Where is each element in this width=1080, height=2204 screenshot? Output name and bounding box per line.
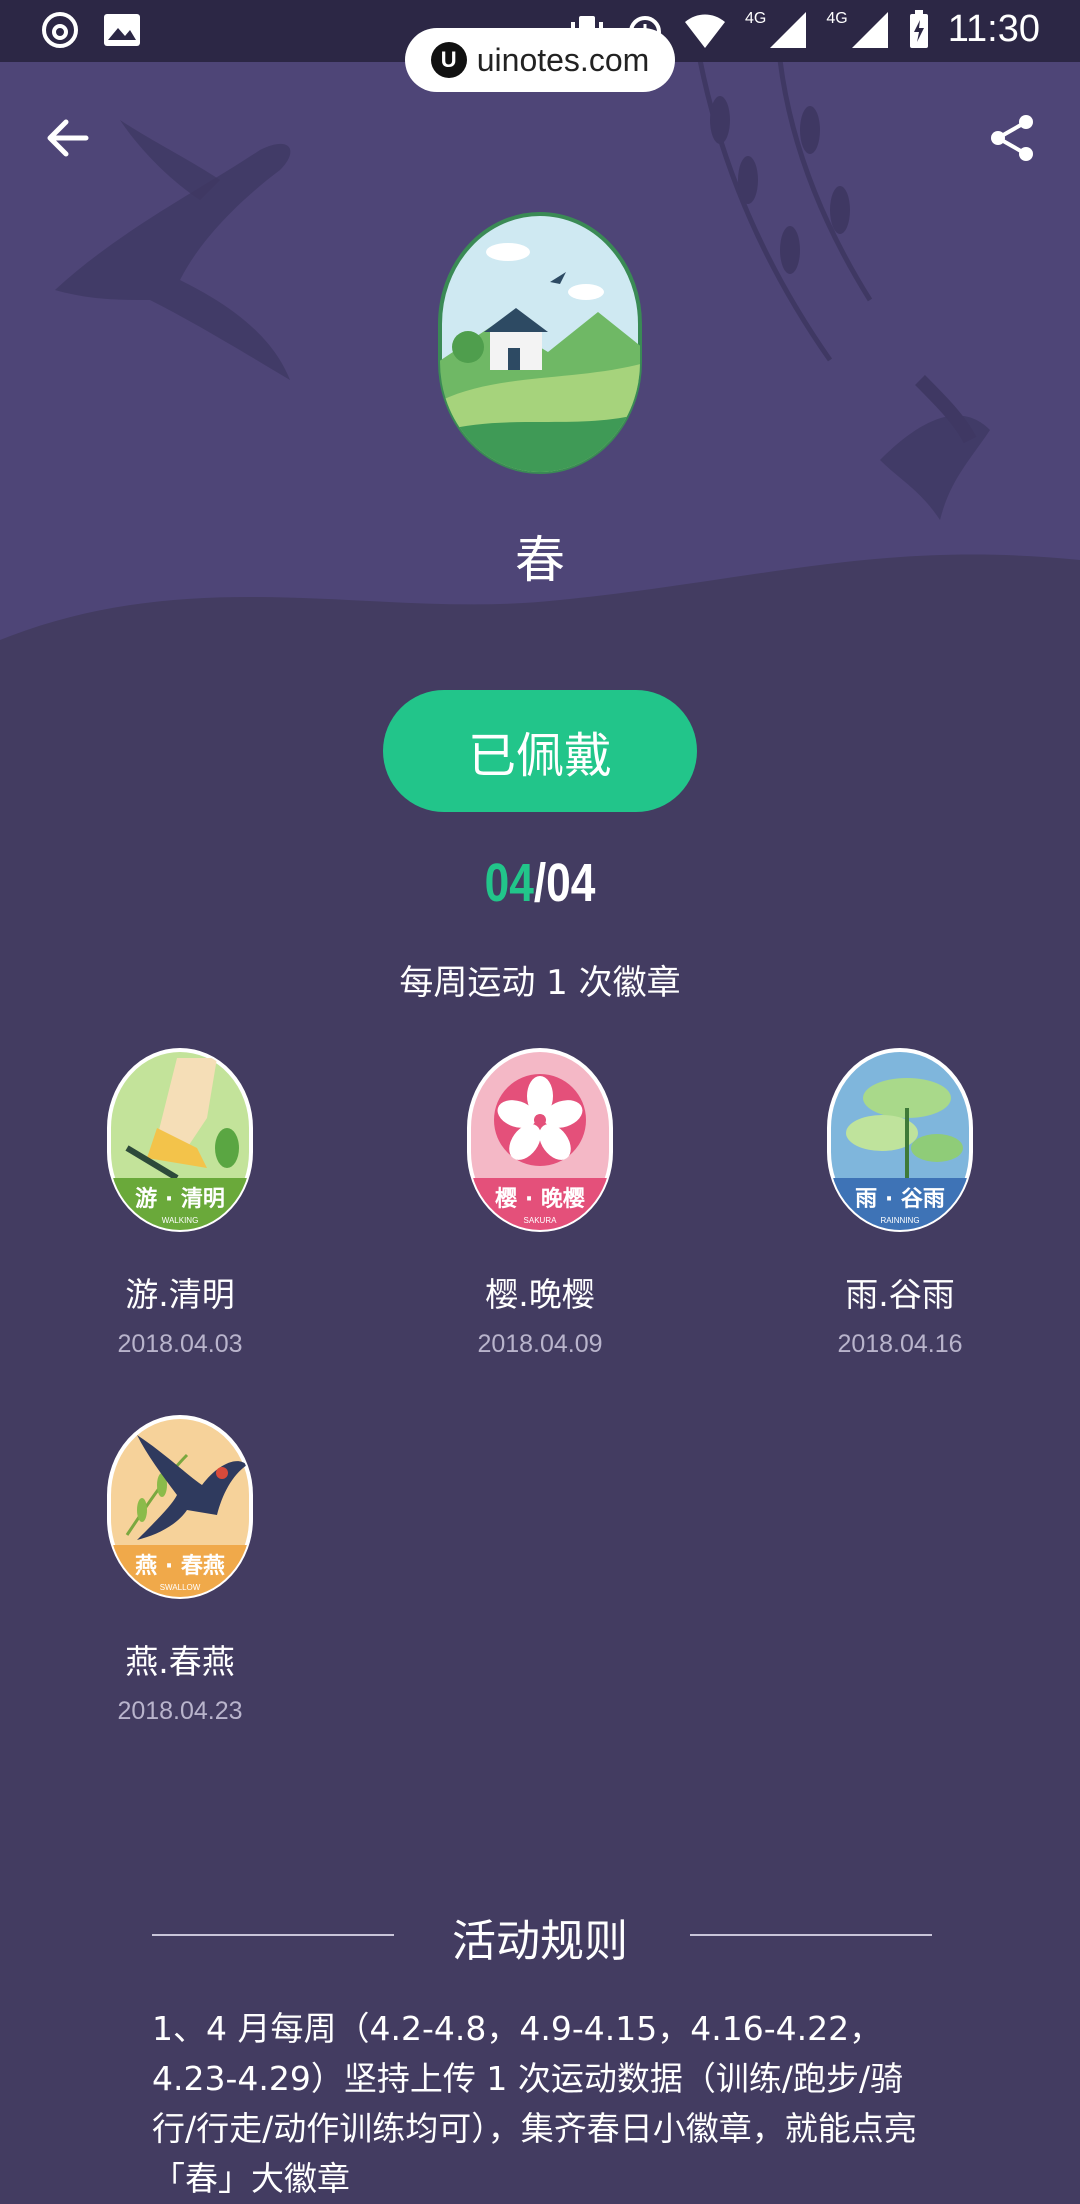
network-label: 4G bbox=[826, 9, 848, 27]
badge-date: 2018.04.23 bbox=[117, 1697, 243, 1725]
badge-date: 2018.04.16 bbox=[837, 1330, 963, 1358]
rain-badge-icon: 雨 · 谷雨 RAINNING bbox=[827, 1048, 973, 1232]
badge-caption: SWALLOW bbox=[160, 1583, 201, 1592]
badge-name: 燕.春燕 bbox=[125, 1642, 235, 1681]
spring-badge-icon bbox=[438, 212, 642, 474]
badge-subtitle: 每周运动 1 次徽章 bbox=[399, 963, 681, 1003]
badge-banner: 燕 · 春燕 bbox=[135, 1554, 225, 1579]
badge-item-walking[interactable]: 游 · 清明 WALKING 游.清明 2018.04.03 bbox=[30, 1048, 330, 1359]
watermark: U uinotes.com bbox=[405, 28, 675, 92]
share-icon[interactable] bbox=[984, 110, 1040, 166]
badge-title: 春 bbox=[515, 531, 565, 589]
badge-caption: SAKURA bbox=[524, 1216, 558, 1225]
rules-title: 活动规则 bbox=[452, 1916, 628, 1967]
watermark-logo-icon: U bbox=[430, 42, 467, 78]
watermark-text: uinotes.com bbox=[476, 41, 650, 78]
status-time: 11:30 bbox=[947, 8, 1040, 50]
badge-item-rain[interactable]: 雨 · 谷雨 RAINNING 雨.谷雨 2018.04.16 bbox=[750, 1048, 1050, 1359]
wifi-icon bbox=[685, 14, 726, 48]
battery-icon bbox=[909, 9, 928, 48]
badge-name: 樱.晚樱 bbox=[485, 1275, 595, 1314]
badge-item-sakura[interactable]: 樱 · 晚樱 SAKURA 樱.晚樱 2018.04.09 bbox=[390, 1048, 690, 1359]
signal-icon bbox=[770, 11, 807, 48]
badge-banner: 雨 · 谷雨 bbox=[855, 1187, 945, 1212]
netease-music-icon bbox=[42, 12, 78, 48]
swallow-badge-icon: 燕 · 春燕 SWALLOW bbox=[107, 1415, 253, 1599]
walking-badge-icon: 游 · 清明 WALKING bbox=[107, 1048, 253, 1232]
badge-date: 2018.04.03 bbox=[117, 1330, 243, 1358]
badge-name: 游.清明 bbox=[125, 1275, 235, 1314]
progress-separator: / bbox=[533, 853, 547, 913]
badge-date: 2018.04.09 bbox=[477, 1330, 603, 1358]
badge-item-swallow[interactable]: 燕 · 春燕 SWALLOW 燕.春燕 2018.04.23 bbox=[30, 1415, 330, 1726]
sakura-badge-icon: 樱 · 晚樱 SAKURA bbox=[467, 1048, 613, 1232]
badge-caption: RAINNING bbox=[880, 1216, 919, 1225]
divider-right bbox=[690, 1934, 932, 1936]
signal-icon bbox=[851, 11, 888, 48]
badge-name: 雨.谷雨 bbox=[845, 1275, 955, 1314]
progress-current: 04 bbox=[484, 853, 534, 913]
badge-progress: 04/04 bbox=[97, 852, 983, 914]
wear-status-button[interactable]: 已佩戴 bbox=[383, 690, 697, 812]
badge-caption: WALKING bbox=[162, 1216, 199, 1225]
badge-banner: 游 · 清明 bbox=[135, 1186, 225, 1212]
back-arrow-icon[interactable] bbox=[40, 110, 96, 166]
rules-text: 1、4 月每周（4.2-4.8，4.9-4.15，4.16-4.22，4.23-… bbox=[152, 2009, 917, 2198]
gallery-icon bbox=[104, 14, 140, 46]
progress-total: 04 bbox=[546, 853, 596, 913]
badge-banner: 樱 · 晚樱 bbox=[495, 1186, 585, 1212]
network-label: 4G bbox=[745, 9, 767, 27]
